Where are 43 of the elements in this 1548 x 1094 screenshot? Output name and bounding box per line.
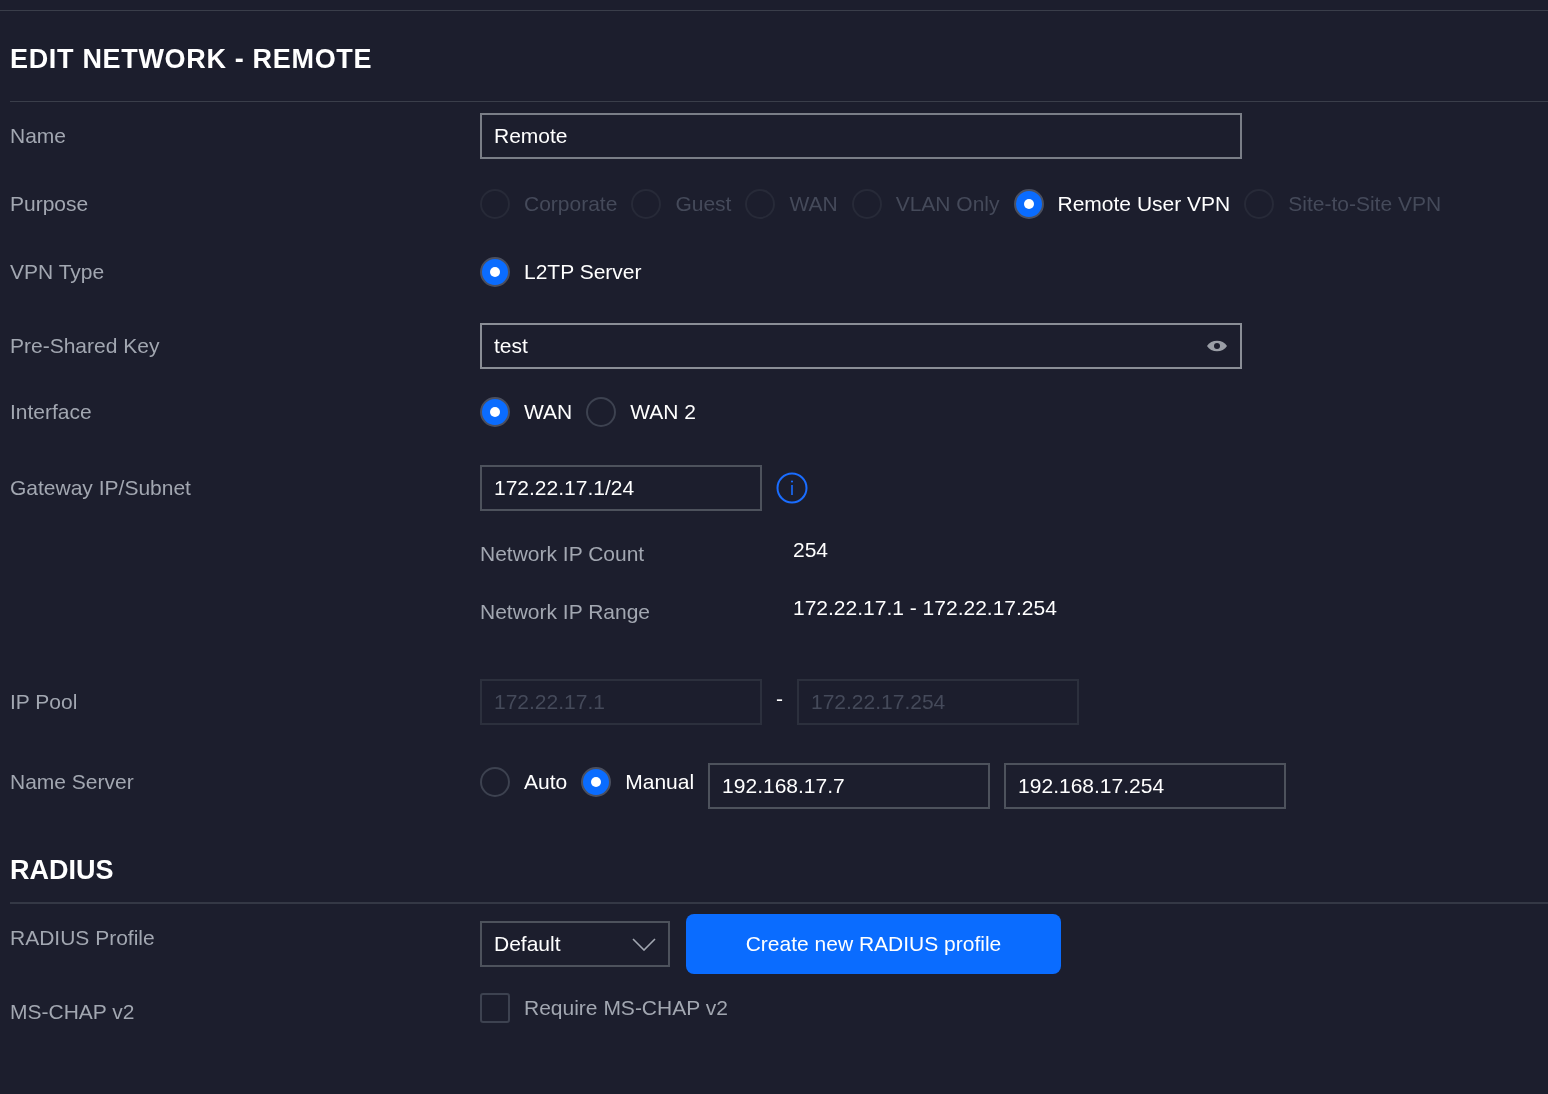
field-label: Gateway IP/Subnet [10, 475, 192, 502]
field-label: Name [10, 123, 68, 150]
radio-button[interactable] [480, 397, 510, 427]
dns-server-field[interactable]: 192.168.17.254 [1004, 763, 1287, 809]
field-label: VPN Type [10, 259, 106, 286]
info-value: 172.22.17.1 - 172.22.17.254 [793, 595, 1057, 622]
name-field[interactable]: Remote [480, 113, 1242, 159]
create-profile-button[interactable]: Create new RADIUS profile [686, 914, 1061, 974]
section-title: RADIUS [9, 853, 115, 887]
field-label: Purpose [10, 191, 90, 218]
eye-icon[interactable] [1206, 339, 1228, 353]
radio-button[interactable] [480, 767, 510, 797]
radio-button[interactable] [586, 397, 617, 427]
info-label: Network IP Count [480, 541, 646, 568]
field-label: Interface [10, 399, 93, 426]
radio-label[interactable]: WAN [524, 396, 573, 428]
radio-button[interactable] [1013, 189, 1044, 219]
field-label: RADIUS Profile [10, 925, 156, 952]
radio-button[interactable] [480, 257, 510, 287]
info-label: Network IP Range [480, 599, 652, 626]
radio-label[interactable]: Auto [524, 766, 568, 798]
range-separator: - [776, 686, 783, 713]
checkbox-label[interactable]: Require MS-CHAP v2 [524, 992, 728, 1024]
radio-label[interactable]: Manual [625, 766, 695, 798]
dns-server-field[interactable]: 192.168.17.7 [708, 763, 991, 809]
info-value: 254 [793, 537, 829, 564]
chevron-down-icon [632, 937, 656, 951]
radio-label[interactable]: L2TP Server [524, 256, 642, 288]
radio-label[interactable]: WAN 2 [630, 396, 696, 428]
field-label: Name Server [10, 769, 135, 796]
field-value: test [494, 333, 528, 360]
profile-dropdown[interactable]: Default [480, 921, 670, 967]
dropdown-value: Default [494, 931, 561, 958]
field-label: MS-CHAP v2 [10, 999, 136, 1026]
field-label: IP Pool [10, 689, 79, 716]
section-title: EDIT NETWORK - REMOTE [9, 42, 374, 76]
checkbox[interactable] [480, 993, 510, 1023]
info-icon[interactable] [776, 472, 808, 504]
radio-button[interactable] [581, 767, 612, 797]
field-label: Pre-Shared Key [10, 333, 161, 360]
key-field[interactable]: test [480, 323, 1242, 369]
gateway-field[interactable]: 172.22.17.1/24 [480, 465, 762, 511]
radio-label[interactable]: Remote User VPN [1057, 188, 1231, 220]
